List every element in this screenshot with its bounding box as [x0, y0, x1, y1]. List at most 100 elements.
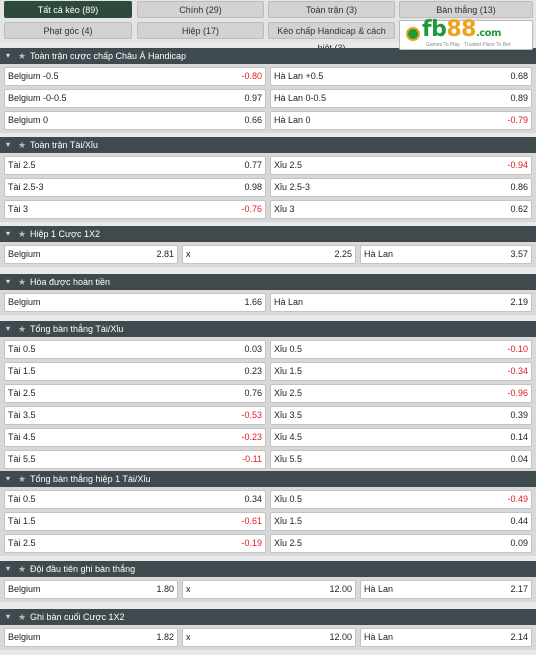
odds-value: 0.34 — [244, 494, 262, 504]
odds-cell[interactable]: Tài 0.5 0.34 — [4, 490, 266, 509]
chevron-down-icon[interactable]: ▾ — [6, 274, 10, 290]
odds-value: 0.68 — [510, 71, 528, 81]
odds-cell[interactable]: Xỉu 4.5 0.14 — [270, 428, 532, 447]
tab-phat-goc-4[interactable]: Phạt góc (4) — [4, 22, 132, 39]
section-header[interactable]: ▾ ★ Tổng bàn thắng hiệp 1 Tài/Xỉu — [0, 471, 536, 487]
section-header[interactable]: ▾ ★ Toàn trận Tài/Xỉu — [0, 137, 536, 153]
odds-cell[interactable]: Hà Lan 2.17 — [360, 580, 532, 599]
odds-cell[interactable]: Tài 2.5-3 0.98 — [4, 178, 266, 197]
odds-value: -0.94 — [507, 160, 528, 170]
section-header[interactable]: ▾ ★ Hiệp 1 Cược 1X2 — [0, 226, 536, 242]
odds-value: 0.77 — [244, 160, 262, 170]
odds-value: 2.25 — [334, 249, 352, 259]
odds-cell[interactable]: Tài 5.5 -0.11 — [4, 450, 266, 469]
selection-label: Tài 0.5 — [8, 494, 36, 504]
selection-label: Hà Lan 0 — [274, 115, 311, 125]
selection-label: Tài 2.5-3 — [8, 182, 44, 192]
chevron-down-icon[interactable]: ▾ — [6, 471, 10, 487]
odds-cell[interactable]: Tài 4.5 -0.23 — [4, 428, 266, 447]
selection-label: Hà Lan — [364, 249, 394, 259]
odds-value: 12.00 — [329, 584, 352, 594]
odds-cell[interactable]: Xỉu 2.5-3 0.86 — [270, 178, 532, 197]
odds-cell[interactable]: Xỉu 2.5 -0.96 — [270, 384, 532, 403]
section-header[interactable]: ▾ ★ Tổng bàn thắng Tài/Xỉu — [0, 321, 536, 337]
odds-value: 0.89 — [510, 93, 528, 103]
selection-label: Xỉu 2.5 — [274, 538, 303, 548]
odds-value: 0.44 — [510, 516, 528, 526]
odds-cell[interactable]: Xỉu 3.5 0.39 — [270, 406, 532, 425]
selection-label: Xỉu 1.5 — [274, 366, 303, 376]
odds-value: -0.23 — [241, 432, 262, 442]
section-header[interactable]: ▾ ★ Đội đầu tiên ghi bàn thắng — [0, 561, 536, 577]
star-icon[interactable]: ★ — [18, 48, 26, 64]
star-icon[interactable]: ★ — [18, 471, 26, 487]
odds-value: 0.97 — [244, 93, 262, 103]
odds-cell[interactable]: Tài 1.5 -0.61 — [4, 512, 266, 531]
star-icon[interactable]: ★ — [18, 561, 26, 577]
odds-cell[interactable]: x 12.00 — [182, 628, 356, 647]
section-header[interactable]: ▾ ★ Ghi bàn cuối Cược 1X2 — [0, 609, 536, 625]
odds-value: 0.66 — [244, 115, 262, 125]
star-icon[interactable]: ★ — [18, 274, 26, 290]
star-icon[interactable]: ★ — [18, 321, 26, 337]
chevron-down-icon[interactable]: ▾ — [6, 321, 10, 337]
selection-label: Hà Lan — [364, 632, 394, 642]
odds-cell[interactable]: x 2.25 — [182, 245, 356, 264]
star-icon[interactable]: ★ — [18, 609, 26, 625]
chevron-down-icon[interactable]: ▾ — [6, 561, 10, 577]
odds-value: 0.14 — [510, 432, 528, 442]
odds-cell[interactable]: Hà Lan 2.19 — [270, 293, 532, 312]
odds-cell[interactable]: Tài 3 -0.76 — [4, 200, 266, 219]
section-header[interactable]: ▾ ★ Toàn trận cược chấp Châu Á Handicap — [0, 48, 536, 64]
chevron-down-icon[interactable]: ▾ — [6, 609, 10, 625]
tab-tat-ca-keo-89[interactable]: Tất cả kèo (89) — [4, 1, 132, 18]
odds-value: 0.76 — [244, 388, 262, 398]
tab-chinh-29[interactable]: Chính (29) — [137, 1, 264, 18]
odds-value: 0.03 — [244, 344, 262, 354]
odds-value: 0.09 — [510, 538, 528, 548]
chevron-down-icon[interactable]: ▾ — [6, 226, 10, 242]
odds-cell[interactable]: Xỉu 0.5 -0.49 — [270, 490, 532, 509]
odds-cell[interactable]: Xỉu 5.5 0.04 — [270, 450, 532, 469]
odds-value: -0.80 — [241, 71, 262, 81]
chevron-down-icon[interactable]: ▾ — [6, 137, 10, 153]
odds-cell[interactable]: Xỉu 1.5 0.44 — [270, 512, 532, 531]
odds-cell[interactable]: Hà Lan 2.14 — [360, 628, 532, 647]
odds-cell[interactable]: Hà Lan 0 -0.79 — [270, 111, 532, 130]
odds-cell[interactable]: Tài 1.5 0.23 — [4, 362, 266, 381]
section-title: Ghi bàn cuối Cược 1X2 — [30, 612, 125, 622]
tab-ban-thang-13[interactable]: Bàn thắng (13) — [399, 1, 533, 18]
odds-cell[interactable]: Xỉu 1.5 -0.34 — [270, 362, 532, 381]
tab-hiep-17[interactable]: Hiệp (17) — [137, 22, 264, 39]
odds-cell[interactable]: Tài 0.5 0.03 — [4, 340, 266, 359]
tab-keo-chap-handicap-cach-biet-3[interactable]: Kèo chấp Handicap & cách biệt (3) — [268, 22, 395, 53]
odds-cell[interactable]: Belgium -0-0.5 0.97 — [4, 89, 266, 108]
odds-value: 0.98 — [244, 182, 262, 192]
odds-cell[interactable]: Belgium -0.5 -0.80 — [4, 67, 266, 86]
odds-value: 0.04 — [510, 454, 528, 464]
star-icon[interactable]: ★ — [18, 226, 26, 242]
odds-cell[interactable]: Xỉu 3 0.62 — [270, 200, 532, 219]
odds-cell[interactable]: Hà Lan +0.5 0.68 — [270, 67, 532, 86]
odds-cell[interactable]: Tài 2.5 0.77 — [4, 156, 266, 175]
odds-cell[interactable]: Tài 2.5 0.76 — [4, 384, 266, 403]
odds-cell[interactable]: Xỉu 2.5 -0.94 — [270, 156, 532, 175]
odds-cell[interactable]: Belgium 1.80 — [4, 580, 178, 599]
odds-cell[interactable]: Belgium 0 0.66 — [4, 111, 266, 130]
odds-cell[interactable]: Tài 3.5 -0.53 — [4, 406, 266, 425]
odds-cell[interactable]: Hà Lan 3.57 — [360, 245, 532, 264]
selection-label: Tài 3.5 — [8, 410, 36, 420]
section-header[interactable]: ▾ ★ Hòa được hoàn tiền — [0, 274, 536, 290]
odds-cell[interactable]: Xỉu 2.5 0.09 — [270, 534, 532, 553]
tab-toan-tran-3[interactable]: Toàn trận (3) — [268, 1, 395, 18]
odds-cell[interactable]: Tài 2.5 -0.19 — [4, 534, 266, 553]
star-icon[interactable]: ★ — [18, 137, 26, 153]
odds-cell[interactable]: Hà Lan 0-0.5 0.89 — [270, 89, 532, 108]
odds-cell[interactable]: Belgium 1.66 — [4, 293, 266, 312]
chevron-down-icon[interactable]: ▾ — [6, 48, 10, 64]
fb88-logo[interactable]: fb88.com Games To Play · Trusted Place T… — [399, 17, 533, 50]
odds-cell[interactable]: x 12.00 — [182, 580, 356, 599]
odds-cell[interactable]: Xỉu 0.5 -0.10 — [270, 340, 532, 359]
odds-cell[interactable]: Belgium 1.82 — [4, 628, 178, 647]
odds-cell[interactable]: Belgium 2.81 — [4, 245, 178, 264]
